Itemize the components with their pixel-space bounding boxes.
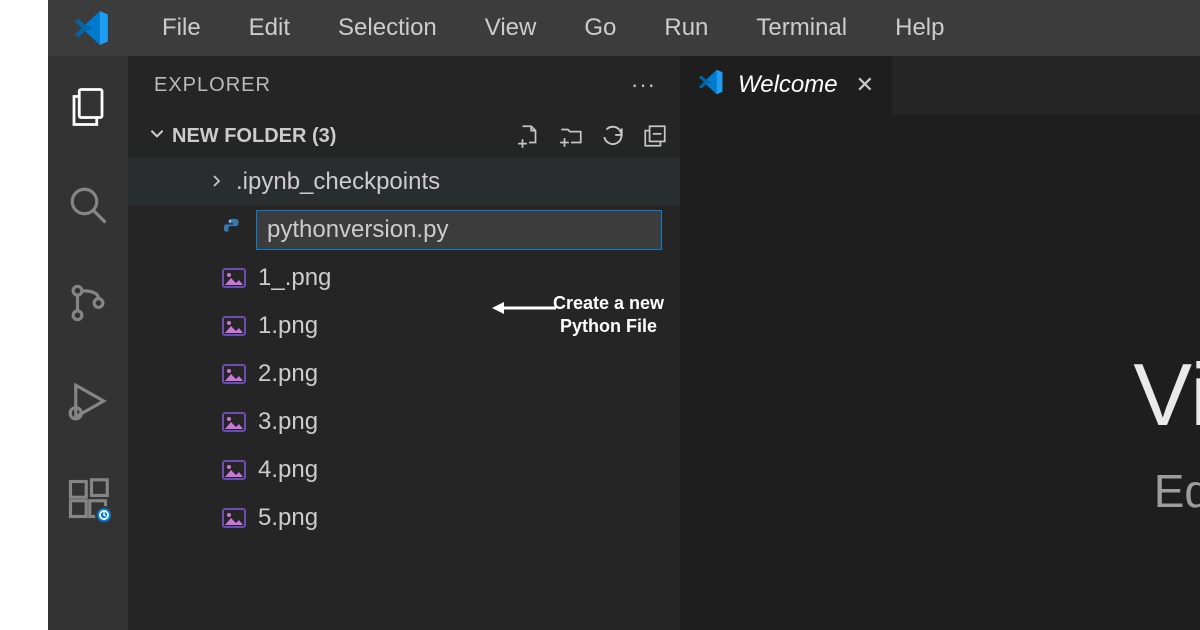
image-file-icon: [222, 316, 246, 336]
sidebar-title: EXPLORER: [154, 74, 271, 97]
extensions-badge-icon: [95, 506, 113, 524]
search-icon[interactable]: [67, 184, 109, 226]
tree-file[interactable]: 3.png: [128, 398, 680, 446]
activitybar: [48, 56, 128, 630]
explorer-sidebar: EXPLORER ··· NEW FOLDER (3): [128, 56, 680, 630]
tree-file[interactable]: 5.png: [128, 494, 680, 542]
explorer-icon[interactable]: [67, 86, 109, 128]
folder-actions: [516, 123, 668, 149]
new-file-input[interactable]: [256, 210, 662, 250]
app-window: File Edit Selection View Go Run Terminal…: [48, 0, 1200, 630]
menu-go[interactable]: Go: [564, 8, 636, 48]
menu-view[interactable]: View: [465, 8, 557, 48]
folder-name: NEW FOLDER (3): [172, 125, 336, 148]
python-file-icon: [222, 217, 244, 244]
image-file-icon: [222, 412, 246, 432]
welcome-title-fragment: Vi: [1133, 344, 1200, 446]
close-icon[interactable]: ✕: [856, 72, 874, 98]
sidebar-more-icon[interactable]: ···: [631, 72, 656, 98]
welcome-body: Vi Ed: [680, 114, 1200, 630]
sidebar-header: EXPLORER ···: [128, 56, 680, 114]
chevron-right-icon: [208, 168, 224, 196]
vscode-logo-icon: [74, 10, 110, 46]
new-file-icon[interactable]: [516, 123, 542, 149]
file-tree: .ipynb_checkpoints 1_.png: [128, 158, 680, 542]
folder-header-left: NEW FOLDER (3): [148, 124, 336, 148]
tree-label: 1.png: [258, 312, 318, 340]
vscode-tab-icon: [698, 69, 724, 102]
menu-run[interactable]: Run: [644, 8, 728, 48]
tree-file[interactable]: 4.png: [128, 446, 680, 494]
new-folder-icon[interactable]: [558, 123, 584, 149]
menubar: File Edit Selection View Go Run Terminal…: [48, 0, 1200, 56]
folder-header[interactable]: NEW FOLDER (3): [128, 114, 680, 158]
tree-file[interactable]: 1_.png: [128, 254, 680, 302]
new-file-row: [128, 206, 680, 254]
chevron-down-icon: [148, 124, 166, 148]
tree-file[interactable]: 2.png: [128, 350, 680, 398]
tree-label: 3.png: [258, 408, 318, 436]
extensions-wrap: [67, 478, 109, 520]
welcome-subtitle-fragment: Ed: [1154, 464, 1200, 518]
menu-terminal[interactable]: Terminal: [736, 8, 867, 48]
collapse-all-icon[interactable]: [642, 123, 668, 149]
tab-label: Welcome: [738, 71, 838, 99]
tab-welcome[interactable]: Welcome ✕: [680, 56, 892, 114]
tree-label: 2.png: [258, 360, 318, 388]
menu-file[interactable]: File: [142, 8, 221, 48]
tree-label: 4.png: [258, 456, 318, 484]
tree-label: 5.png: [258, 504, 318, 532]
refresh-icon[interactable]: [600, 123, 626, 149]
menu-edit[interactable]: Edit: [229, 8, 310, 48]
tree-folder-ipynb[interactable]: .ipynb_checkpoints: [128, 158, 680, 206]
run-debug-icon[interactable]: [67, 380, 109, 422]
source-control-icon[interactable]: [67, 282, 109, 324]
menu-selection[interactable]: Selection: [318, 8, 457, 48]
body-area: EXPLORER ··· NEW FOLDER (3): [48, 56, 1200, 630]
image-file-icon: [222, 268, 246, 288]
image-file-icon: [222, 460, 246, 480]
image-file-icon: [222, 508, 246, 528]
image-file-icon: [222, 364, 246, 384]
menu-help[interactable]: Help: [875, 8, 964, 48]
editor-area: Welcome ✕ Vi Ed: [680, 56, 1200, 630]
tree-label: 1_.png: [258, 264, 331, 292]
tree-file[interactable]: 1.png: [128, 302, 680, 350]
tabbar: Welcome ✕: [680, 56, 1200, 114]
tree-label: .ipynb_checkpoints: [236, 168, 440, 196]
